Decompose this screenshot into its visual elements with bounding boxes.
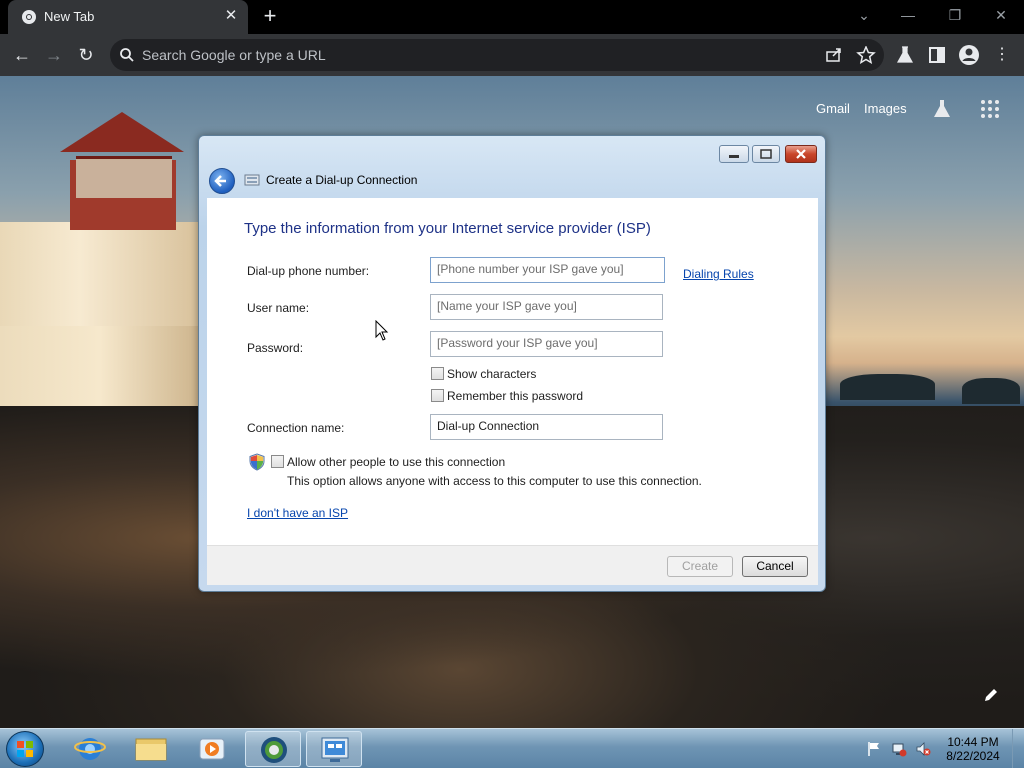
maximize-icon (760, 149, 772, 159)
customize-pencil-icon[interactable] (982, 686, 1000, 704)
profile-avatar-icon[interactable] (958, 44, 980, 66)
internet-explorer-icon (74, 738, 106, 760)
clock-date: 8/22/2024 (946, 749, 1000, 763)
phone-number-input[interactable]: [Phone number your ISP gave you] (430, 257, 665, 283)
minimize-icon[interactable]: — (892, 3, 924, 27)
show-characters-checkbox[interactable] (431, 367, 444, 380)
chrome-taskbar-icon (261, 737, 287, 763)
volume-muted-icon[interactable] (915, 741, 931, 757)
chrome-icon (22, 10, 36, 24)
back-icon[interactable]: ← (8, 41, 36, 69)
allow-others-description: This option allows anyone with access to… (287, 474, 702, 488)
create-button[interactable]: Create (667, 556, 733, 577)
apps-grid-icon[interactable] (979, 98, 1001, 120)
media-player-icon (199, 738, 225, 760)
no-isp-link[interactable]: I don't have an ISP (247, 506, 348, 520)
password-input[interactable]: [Password your ISP gave you] (430, 331, 663, 357)
username-input[interactable]: [Name your ISP gave you] (430, 294, 663, 320)
windows-logo-icon (17, 741, 33, 757)
taskbar-internet-explorer[interactable] (62, 731, 118, 767)
mouse-cursor-icon (375, 320, 389, 341)
system-clock[interactable]: 10:44 PM 8/22/2024 (940, 735, 1006, 763)
show-desktop-button[interactable] (1012, 729, 1024, 768)
folder-icon (135, 738, 167, 761)
new-tab-button[interactable]: + (257, 5, 283, 29)
tab-search-icon[interactable]: ⌄ (848, 3, 880, 27)
side-panel-icon[interactable] (926, 44, 948, 66)
uac-shield-icon (249, 453, 265, 471)
tab-strip: New Tab ✕ + ⌄ — ❐ ✕ (0, 0, 1024, 34)
tab-new-tab[interactable]: New Tab ✕ (8, 0, 248, 34)
taskbar-file-explorer[interactable] (123, 731, 179, 767)
dialog-back-button[interactable] (209, 168, 235, 194)
forward-icon[interactable]: → (40, 41, 68, 69)
dialog-maximize-button[interactable] (752, 145, 780, 163)
share-icon[interactable] (824, 46, 844, 64)
bookmark-star-icon[interactable] (856, 46, 876, 64)
minimize-icon (729, 155, 739, 158)
dialog-footer: Create Cancel (207, 545, 818, 585)
dialog-content: Type the information from your Internet … (207, 198, 818, 545)
connection-name-input[interactable]: Dial-up Connection (430, 414, 663, 440)
phone-modem-icon (244, 174, 260, 186)
gmail-link[interactable]: Gmail (816, 101, 850, 116)
network-control-panel-icon (321, 737, 349, 762)
clock-time: 10:44 PM (947, 735, 999, 749)
dialog-minimize-button[interactable] (719, 145, 749, 163)
cancel-button[interactable]: Cancel (742, 556, 808, 577)
taskbar-media-player[interactable] (184, 731, 240, 767)
password-label: Password: (247, 341, 304, 355)
restore-icon[interactable]: ❐ (939, 3, 971, 27)
arrow-left-icon (214, 175, 226, 187)
network-status-icon[interactable] (891, 741, 907, 757)
dialog-heading: Type the information from your Internet … (244, 220, 651, 237)
labs-flask-icon[interactable] (931, 98, 953, 120)
close-tab-icon[interactable]: ✕ (222, 7, 240, 25)
labs-flask-icon[interactable] (894, 44, 916, 66)
taskbar-dialup-wizard[interactable] (306, 731, 362, 767)
images-link[interactable]: Images (864, 101, 907, 116)
dialog-title: Create a Dial-up Connection (266, 173, 418, 187)
connection-name-label: Connection name: (247, 421, 345, 435)
address-bar[interactable]: Search Google or type a URL (110, 39, 884, 71)
dialing-rules-link[interactable]: Dialing Rules (683, 267, 754, 281)
reload-icon[interactable]: ↻ (72, 41, 100, 69)
show-characters-label: Show characters (447, 367, 537, 381)
dialup-dialog: Create a Dial-up Connection Type the inf… (198, 135, 826, 592)
remember-password-checkbox[interactable] (431, 389, 444, 402)
menu-kebab-icon[interactable]: ⋮ (988, 41, 1016, 69)
action-center-flag-icon[interactable] (866, 741, 882, 757)
search-icon (120, 48, 134, 62)
start-button[interactable] (6, 731, 44, 767)
remember-password-label: Remember this password (447, 389, 584, 403)
close-window-icon[interactable]: ✕ (985, 3, 1017, 27)
taskbar: 10:44 PM 8/22/2024 (0, 728, 1024, 768)
tab-title: New Tab (44, 9, 95, 24)
taskbar-chrome[interactable] (245, 731, 301, 767)
username-label: User name: (247, 301, 310, 315)
allow-others-checkbox[interactable] (271, 455, 284, 468)
dialog-close-button[interactable] (785, 145, 817, 163)
close-icon (796, 149, 806, 159)
address-placeholder: Search Google or type a URL (142, 47, 326, 63)
phone-label: Dial-up phone number: (247, 264, 370, 278)
browser-toolbar: ← → ↻ Search Google or type a URL ⋮ (0, 34, 1024, 76)
allow-others-label: Allow other people to use this connectio… (287, 455, 506, 469)
